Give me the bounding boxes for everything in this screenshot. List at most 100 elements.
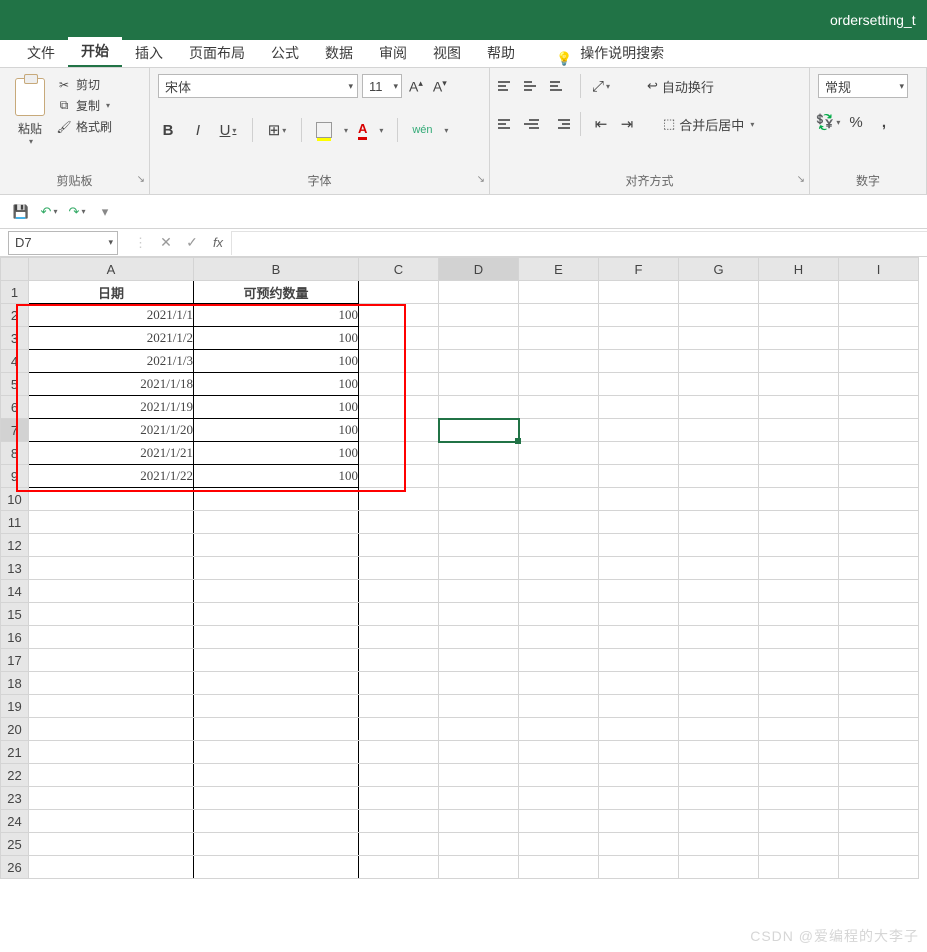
cell-B10[interactable]	[194, 488, 359, 511]
paste-button[interactable]: 粘贴 ▾	[8, 74, 52, 146]
cell-H16[interactable]	[759, 626, 839, 649]
cell-C6[interactable]	[359, 396, 439, 419]
cell-D1[interactable]	[439, 281, 519, 304]
cell-A3[interactable]: 2021/1/2	[29, 327, 194, 350]
cell-C20[interactable]	[359, 718, 439, 741]
cell-F23[interactable]	[599, 787, 679, 810]
cell-A7[interactable]: 2021/1/20	[29, 419, 194, 442]
row-header-16[interactable]: 16	[1, 626, 29, 649]
save-icon[interactable]: 💾	[12, 203, 30, 221]
cell-F6[interactable]	[599, 396, 679, 419]
align-launcher[interactable]: ↘	[797, 174, 805, 185]
cell-C17[interactable]	[359, 649, 439, 672]
cell-I2[interactable]	[839, 304, 919, 327]
cell-E2[interactable]	[519, 304, 599, 327]
cell-I10[interactable]	[839, 488, 919, 511]
cell-D17[interactable]	[439, 649, 519, 672]
cell-F5[interactable]	[599, 373, 679, 396]
cell-C24[interactable]	[359, 810, 439, 833]
cell-F3[interactable]	[599, 327, 679, 350]
cell-D18[interactable]	[439, 672, 519, 695]
cell-I12[interactable]	[839, 534, 919, 557]
cell-A25[interactable]	[29, 833, 194, 856]
cell-I26[interactable]	[839, 856, 919, 879]
qat-customize[interactable]: ▾	[96, 203, 114, 221]
cell-D9[interactable]	[439, 465, 519, 488]
menu-view[interactable]: 视图	[420, 39, 474, 67]
cell-F17[interactable]	[599, 649, 679, 672]
cell-C11[interactable]	[359, 511, 439, 534]
cell-I15[interactable]	[839, 603, 919, 626]
cell-H23[interactable]	[759, 787, 839, 810]
cell-F2[interactable]	[599, 304, 679, 327]
cell-H20[interactable]	[759, 718, 839, 741]
row-header-2[interactable]: 2	[1, 304, 29, 327]
cell-B8[interactable]: 100	[194, 442, 359, 465]
col-header-C[interactable]: C	[359, 258, 439, 281]
cell-A9[interactable]: 2021/1/22	[29, 465, 194, 488]
cell-B16[interactable]	[194, 626, 359, 649]
cell-E9[interactable]	[519, 465, 599, 488]
cell-I16[interactable]	[839, 626, 919, 649]
cell-E21[interactable]	[519, 741, 599, 764]
increase-indent-icon[interactable]: ⇥	[617, 114, 637, 134]
cell-I9[interactable]	[839, 465, 919, 488]
cell-H15[interactable]	[759, 603, 839, 626]
cell-I20[interactable]	[839, 718, 919, 741]
cell-H13[interactable]	[759, 557, 839, 580]
cell-E4[interactable]	[519, 350, 599, 373]
cell-I13[interactable]	[839, 557, 919, 580]
font-name-select[interactable]: 宋体▾	[158, 74, 358, 98]
row-header-5[interactable]: 5	[1, 373, 29, 396]
cell-G7[interactable]	[679, 419, 759, 442]
row-header-4[interactable]: 4	[1, 350, 29, 373]
cell-I23[interactable]	[839, 787, 919, 810]
cell-I8[interactable]	[839, 442, 919, 465]
cell-I18[interactable]	[839, 672, 919, 695]
increase-font-icon[interactable]: A▴	[406, 78, 426, 95]
cell-G3[interactable]	[679, 327, 759, 350]
redo-button[interactable]: ↷▾	[68, 203, 86, 221]
cell-F15[interactable]	[599, 603, 679, 626]
cell-A16[interactable]	[29, 626, 194, 649]
cell-D7[interactable]	[439, 419, 519, 442]
cell-D22[interactable]	[439, 764, 519, 787]
cell-H17[interactable]	[759, 649, 839, 672]
cell-C26[interactable]	[359, 856, 439, 879]
cell-G6[interactable]	[679, 396, 759, 419]
cancel-formula-icon[interactable]: ✕	[153, 231, 179, 255]
cell-H18[interactable]	[759, 672, 839, 695]
cell-F12[interactable]	[599, 534, 679, 557]
cell-B3[interactable]: 100	[194, 327, 359, 350]
cell-E13[interactable]	[519, 557, 599, 580]
row-header-11[interactable]: 11	[1, 511, 29, 534]
align-left-icon[interactable]	[498, 114, 518, 134]
cell-D21[interactable]	[439, 741, 519, 764]
cell-I5[interactable]	[839, 373, 919, 396]
tell-me[interactable]: 操作说明搜索	[580, 39, 677, 67]
row-header-8[interactable]: 8	[1, 442, 29, 465]
cell-I6[interactable]	[839, 396, 919, 419]
cell-B1[interactable]: 可预约数量	[194, 281, 359, 304]
cell-H9[interactable]	[759, 465, 839, 488]
row-header-18[interactable]: 18	[1, 672, 29, 695]
cell-G15[interactable]	[679, 603, 759, 626]
cell-D14[interactable]	[439, 580, 519, 603]
cell-C3[interactable]	[359, 327, 439, 350]
cell-B25[interactable]	[194, 833, 359, 856]
col-header-B[interactable]: B	[194, 258, 359, 281]
cell-D13[interactable]	[439, 557, 519, 580]
cell-D8[interactable]	[439, 442, 519, 465]
orientation-button[interactable]: ⤢▾	[591, 76, 611, 96]
row-header-21[interactable]: 21	[1, 741, 29, 764]
cell-B26[interactable]	[194, 856, 359, 879]
cell-G24[interactable]	[679, 810, 759, 833]
cell-F1[interactable]	[599, 281, 679, 304]
cell-B13[interactable]	[194, 557, 359, 580]
cell-C23[interactable]	[359, 787, 439, 810]
cell-A1[interactable]: 日期	[29, 281, 194, 304]
menu-review[interactable]: 审阅	[366, 39, 420, 67]
cell-D25[interactable]	[439, 833, 519, 856]
cell-C4[interactable]	[359, 350, 439, 373]
cell-C7[interactable]	[359, 419, 439, 442]
